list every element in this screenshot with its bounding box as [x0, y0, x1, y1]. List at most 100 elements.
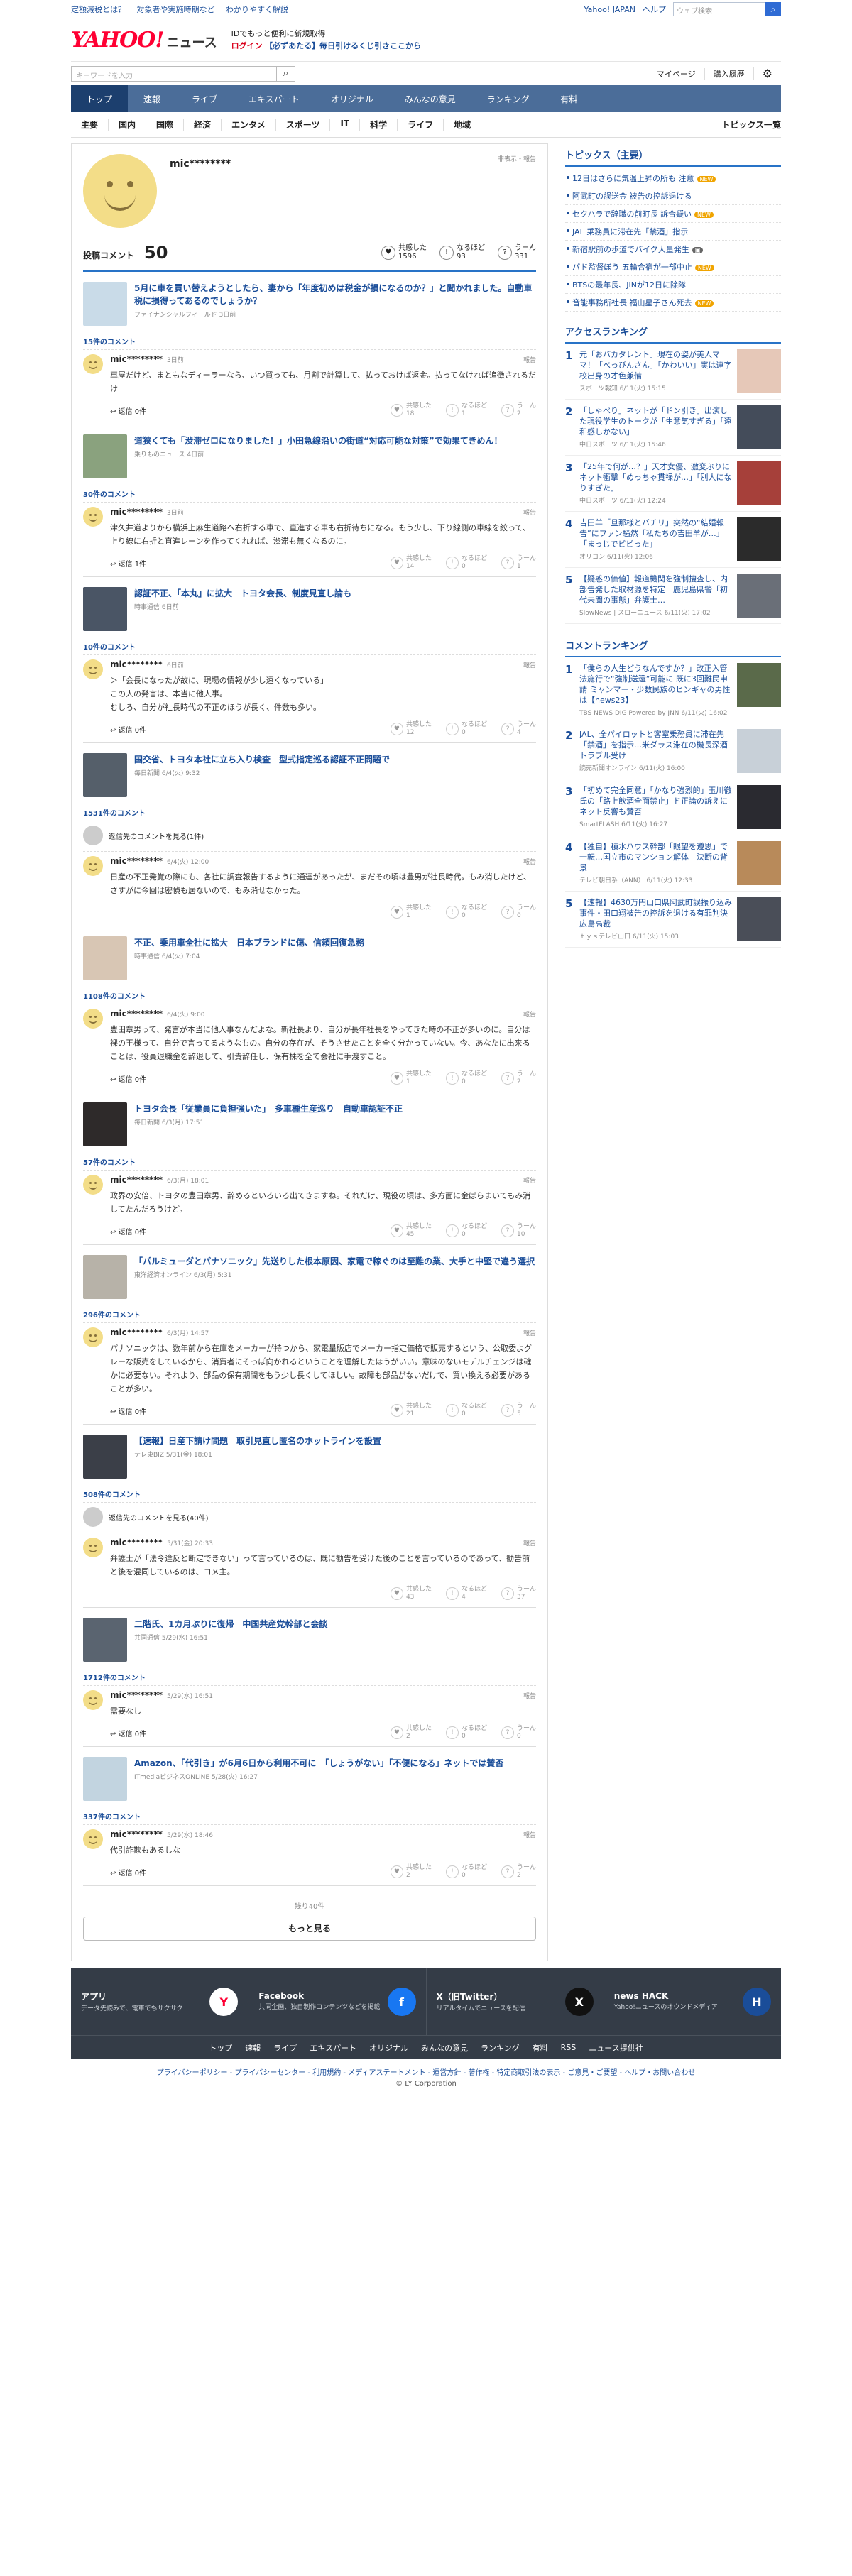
naruhodo-button[interactable]: ! なるほど 0: [445, 721, 487, 737]
reply-button[interactable]: ↩ 返信 0件: [110, 1867, 146, 1878]
empathy-button[interactable]: ♥ 共感した 45: [390, 1223, 432, 1239]
report-link[interactable]: 報告: [523, 857, 536, 866]
comment-count-link[interactable]: 30件のコメント: [83, 486, 536, 502]
article-title[interactable]: 国交省、トヨタ本社に立ち入り検査 型式指定巡る認証不正問題で: [134, 753, 390, 766]
report-link[interactable]: 報告: [523, 1691, 536, 1700]
hmm-button[interactable]: ? うーん 1: [501, 555, 536, 571]
subnav-item-1[interactable]: 国内: [109, 119, 147, 131]
ranking-item[interactable]: 3 「初めて完全同意」「かなり強烈的」玉川徹氏の「路上飲酒全面禁止」ド正論の訴えに…: [565, 779, 781, 835]
article-title[interactable]: 認証不正、「本丸」に拡大 トヨタ会長、制度見直し論も: [134, 587, 351, 600]
promo-lottery[interactable]: 【必ずあたる】毎日引けるくじ引きここから: [265, 41, 421, 50]
reply-button[interactable]: ↩ 返信 0件: [110, 1226, 146, 1237]
footer-nav-item[interactable]: ライブ: [273, 2042, 297, 2054]
article-title[interactable]: 5月に車を買い替えようとしたら、妻から「年度初めは税金が損になるのか？」と聞かれ…: [134, 282, 536, 307]
report-link[interactable]: 報告: [523, 660, 536, 669]
naruhodo-button[interactable]: ! なるほど 0: [445, 1223, 487, 1239]
article-link[interactable]: 【速報】日産下請け問題 取引見直し匿名のホットラインを設置 テレ東BIZ 5/31…: [83, 1435, 536, 1479]
naruhodo-button[interactable]: ! なるほど 0: [445, 1070, 487, 1086]
naruhodo-button[interactable]: ! なるほど 0: [445, 1864, 487, 1880]
article-title[interactable]: Amazon、「代引き」が6月6日から利用不可に 「しょうがない」「不便になる」…: [134, 1757, 503, 1770]
reply-button[interactable]: ↩ 返信 0件: [110, 1073, 146, 1084]
web-search-input[interactable]: ウェブ検索: [673, 2, 765, 16]
top-link[interactable]: 対象者や実施時期など: [137, 5, 215, 14]
empathy-button[interactable]: ♥ 共感した 2: [390, 1725, 432, 1741]
footer-nav-item[interactable]: 有料: [532, 2042, 548, 2054]
topic-item[interactable]: 新宿駅前の歩道でバイク大量発生 ▣: [565, 241, 781, 258]
article-link[interactable]: 5月に車を買い替えようとしたら、妻から「年度初めは税金が損になるのか？」と聞かれ…: [83, 282, 536, 326]
comment-count-link[interactable]: 57件のコメント: [83, 1153, 536, 1170]
topic-item[interactable]: BTSの最年長、JINが12日に除隊: [565, 276, 781, 294]
empathy-button[interactable]: ♥ 共感した 12: [390, 721, 432, 737]
hmm-button[interactable]: ? うーん 2: [501, 402, 536, 418]
article-link[interactable]: 道狭くても「渋滞ゼロになりました！」小田急線沿いの街道“対応可能な対策”で効果て…: [83, 434, 536, 478]
naruhodo-button[interactable]: ! なるほど 0: [445, 555, 487, 571]
view-parent-comment[interactable]: 返信先のコメントを見る(1件): [83, 821, 536, 851]
article-link[interactable]: 「パルミューダとパナソニック」先送りした根本原因、家電で稼ぐのは至難の業、大手と…: [83, 1255, 536, 1299]
top-link[interactable]: わかりやすく解説: [226, 5, 288, 14]
yahoo-japan-link[interactable]: Yahoo! JAPAN: [584, 5, 635, 14]
ranking-item[interactable]: 1 元「おバカタレント」現在の姿が美人ママ！「べっぴんさん」「かわいい」実は連字校…: [565, 344, 781, 400]
topic-item[interactable]: 阿武町の誤送金 被告の控訴退ける: [565, 187, 781, 205]
ranking-item[interactable]: 2 「しゃべり」ネットが「ドン引き」出演した現役学生のトークが「生意気すぎる」「遠…: [565, 400, 781, 456]
hmm-button[interactable]: ? うーん 0: [501, 904, 536, 920]
search-icon[interactable]: ⌕: [277, 65, 295, 82]
hmm-button[interactable]: ? うーん 5: [501, 1403, 536, 1418]
ranking-item[interactable]: 4 吉田羊「旦那様とバチリ」突然の“結婚報告”にファン騒然「私たちの吉田羊が…」「…: [565, 512, 781, 568]
report-link[interactable]: 報告: [523, 1830, 536, 1839]
ranking-item[interactable]: 3 「25年で何が…？」天才女優、激変ぶりにネット衝撃「めっちゃ貫禄が…」「別人に…: [565, 456, 781, 512]
nav-tab-7[interactable]: 有料: [545, 85, 593, 112]
hide-report-link[interactable]: 非表示・報告: [498, 154, 536, 235]
topic-item[interactable]: 音能事務所社長 福山星子さん死去 NEW: [565, 294, 781, 312]
hmm-button[interactable]: ? うーん 0: [501, 1725, 536, 1741]
naruhodo-button[interactable]: ! なるほど 4: [445, 1586, 487, 1601]
view-parent-comment[interactable]: 返信先のコメントを見る(40件): [83, 1502, 536, 1533]
hmm-button[interactable]: ? うーん 2: [501, 1070, 536, 1086]
hmm-button[interactable]: ? うーん 37: [501, 1586, 536, 1601]
comment-count-link[interactable]: 15件のコメント: [83, 333, 536, 349]
history-link[interactable]: 購入履歴: [704, 67, 753, 80]
nav-tab-1[interactable]: 速報: [128, 85, 176, 112]
help-link[interactable]: ヘルプ: [643, 4, 666, 15]
topic-item[interactable]: JAL 乗務員に滞在先「禁酒」指示: [565, 223, 781, 241]
article-link[interactable]: Amazon、「代引き」が6月6日から利用不可に 「しょうがない」「不便になる」…: [83, 1757, 536, 1801]
login-link[interactable]: ログイン: [231, 41, 263, 50]
mypage-link[interactable]: マイページ: [647, 67, 704, 80]
nav-tab-4[interactable]: オリジナル: [315, 85, 389, 112]
empathy-button[interactable]: ♥ 共感した 1: [390, 1070, 432, 1086]
topic-item[interactable]: セクハラで辞職の前町長 訴合疑い NEW: [565, 205, 781, 223]
empathy-button[interactable]: ♥ 共感した 43: [390, 1586, 432, 1601]
comment-count-link[interactable]: 337件のコメント: [83, 1808, 536, 1824]
ranking-item[interactable]: 2 JAL、全パイロットと客室乗務員に滞在先「禁酒」を指示…米ダラス滞在の機長深酒…: [565, 723, 781, 779]
hmm-button[interactable]: ? うーん 4: [501, 721, 536, 737]
report-link[interactable]: 報告: [523, 508, 536, 517]
report-link[interactable]: 報告: [523, 355, 536, 364]
hmm-button[interactable]: ? うーん 10: [501, 1223, 536, 1239]
footer-nav-item[interactable]: オリジナル: [369, 2042, 408, 2054]
gear-icon[interactable]: ⚙: [753, 67, 781, 80]
footer-0[interactable]: アプリ データ先読みで、電車でもサクサク Y: [71, 1968, 249, 2035]
hmm-button[interactable]: ? うーん 2: [501, 1864, 536, 1880]
empathy-button[interactable]: ♥ 共感した 18: [390, 402, 432, 418]
nav-tab-2[interactable]: ライブ: [176, 85, 233, 112]
topic-item[interactable]: 12日はさらに気温上昇の所も 注意 NEW: [565, 170, 781, 187]
article-title[interactable]: トヨタ会長「従業員に負担強いた」 多車種生産巡り 自動車認証不正: [134, 1102, 403, 1115]
empathy-button[interactable]: ♥ 共感した 1: [390, 904, 432, 920]
subnav-item-0[interactable]: 主要: [71, 119, 109, 131]
subnav-item-7[interactable]: 科学: [360, 119, 398, 131]
more-button[interactable]: もっと見る: [83, 1917, 536, 1941]
comment-count-link[interactable]: 1108件のコメント: [83, 987, 536, 1004]
reply-button[interactable]: ↩ 返信 0件: [110, 1405, 146, 1416]
naruhodo-button[interactable]: ! なるほど 0: [445, 1403, 487, 1418]
empathy-button[interactable]: ♥ 共感した 2: [390, 1864, 432, 1880]
subnav-item-4[interactable]: エンタメ: [222, 119, 276, 131]
promo-line1[interactable]: IDでもっと便利に新規取得: [231, 28, 422, 40]
subnav-item-3[interactable]: 経済: [184, 119, 222, 131]
keyword-input[interactable]: キーワードを入力: [71, 65, 277, 82]
comment-count-link[interactable]: 508件のコメント: [83, 1486, 536, 1502]
ranking-item[interactable]: 4 【独自】積水ハウス幹部「眼望を遵思」で一転…国立市のマンション解体 決断の背景…: [565, 835, 781, 892]
nav-tab-5[interactable]: みんなの意見: [389, 85, 471, 112]
reply-button[interactable]: ↩ 返信 0件: [110, 405, 146, 416]
ranking-item[interactable]: 1 「僕らの人生どうなんですか？」改正入管法施行で“強制送還”可能に 既に3回難民…: [565, 657, 781, 723]
naruhodo-button[interactable]: ! なるほど 0: [445, 904, 487, 920]
article-link[interactable]: 国交省、トヨタ本社に立ち入り検査 型式指定巡る認証不正問題で 毎日新聞 6/4(火…: [83, 753, 536, 797]
